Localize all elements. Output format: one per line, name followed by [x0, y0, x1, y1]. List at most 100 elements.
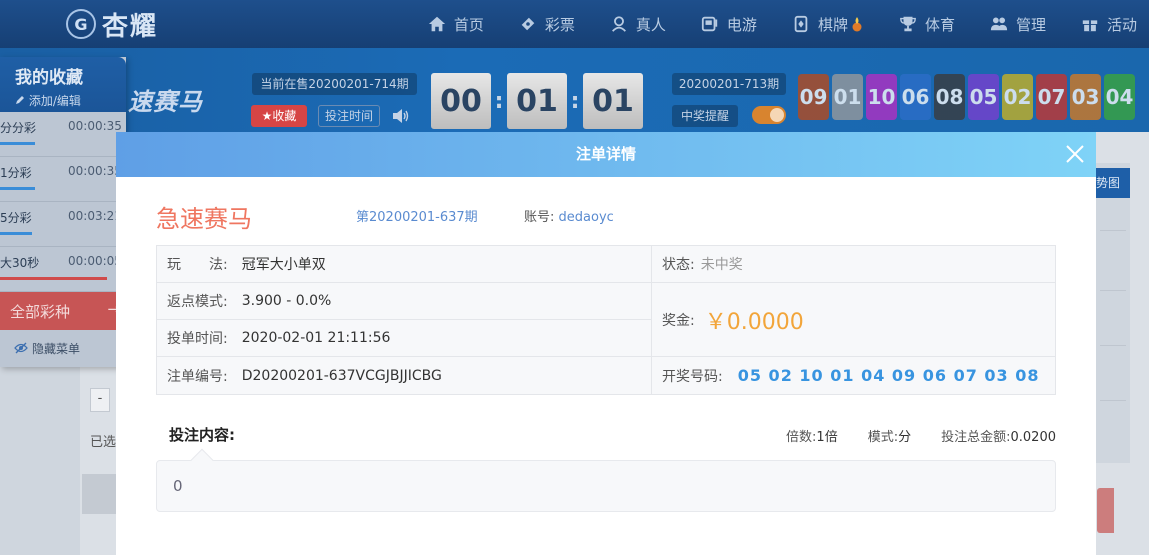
- result-balls: 09 01 10 06 08 05 02 07 03 04: [798, 74, 1138, 120]
- gift-icon: [1082, 20, 1098, 32]
- home-icon: [428, 16, 445, 32]
- result-ball: 10: [866, 74, 897, 120]
- mode-value: 分: [898, 430, 912, 445]
- nav-item-events[interactable]: 活动: [1081, 14, 1137, 35]
- favorite-item[interactable]: 1分彩 00:00:35: [0, 157, 126, 202]
- nav-item-lottery[interactable]: 彩票: [519, 14, 575, 35]
- result-ball: 07: [1036, 74, 1067, 120]
- bet-time-value: 2020-02-01 21:11:56: [241, 330, 391, 346]
- favorite-item[interactable]: 5分彩 00:03:21: [0, 202, 126, 247]
- favorite-progress-bar: [0, 187, 35, 190]
- countdown-separator: :: [494, 88, 504, 114]
- divider: [1100, 230, 1126, 231]
- favorite-progress-bar: [0, 232, 32, 235]
- add-edit-label: 添加/编辑: [28, 94, 81, 108]
- pencil-icon: [16, 96, 24, 104]
- order-value: D20200201-637VCGJBJJICBG: [241, 367, 442, 384]
- background-submit-button[interactable]: [1097, 488, 1114, 533]
- nav-item-home[interactable]: 首页: [428, 14, 484, 35]
- nav-label: 电游: [726, 15, 757, 34]
- slot-machine-icon: [701, 16, 718, 32]
- nav-label: 管理: [1015, 15, 1046, 34]
- total-label: 投注总金额:: [941, 430, 1011, 445]
- speaker-icon[interactable]: [392, 108, 410, 124]
- last-issue: 20200201-713期: [672, 73, 786, 95]
- favorite-item[interactable]: 大30秒 00:00:05: [0, 247, 126, 292]
- top-nav-bar: G 杏耀 首页 彩票 真人 电游 棋牌 体育 管理 活动: [0, 0, 1149, 48]
- nav-label: 棋牌: [817, 15, 848, 34]
- win-remind-label: 中奖提醒: [672, 105, 738, 127]
- countdown-seconds: 01: [583, 73, 643, 129]
- favorite-progress-bar: [0, 277, 107, 280]
- play-label: 玩 法:: [167, 257, 228, 273]
- bet-content-value: 0: [173, 477, 183, 495]
- win-numbers-label: 开奖号码:: [662, 368, 723, 385]
- favorite-countdown: 00:00:35: [68, 119, 122, 133]
- multiple-value: 1倍: [816, 430, 838, 445]
- result-ball: 09: [798, 74, 829, 120]
- game-name: 急速赛马: [156, 205, 252, 233]
- bet-content-box: 0: [156, 460, 1056, 512]
- divider: [1100, 345, 1126, 346]
- favorite-countdown: 00:00:05: [68, 254, 122, 268]
- countdown-timer: 00 : 01 : 01: [431, 73, 643, 129]
- minus-button[interactable]: -: [90, 388, 110, 412]
- nav-label: 彩票: [544, 15, 575, 34]
- column-divider: [651, 246, 652, 394]
- logo-badge: G: [66, 9, 96, 39]
- logo-text: 杏耀: [102, 11, 159, 42]
- brand-logo[interactable]: G 杏耀: [66, 6, 158, 42]
- favorite-name: 分分彩: [0, 121, 37, 135]
- nav-item-cards[interactable]: 棋牌: [792, 14, 864, 35]
- hot-badge-icon: [852, 17, 862, 32]
- close-icon[interactable]: [1064, 143, 1086, 165]
- win-numbers-row: 开奖号码: 05 02 10 01 04 09 06 07 03 08: [652, 357, 1055, 394]
- nav-label: 真人: [635, 15, 666, 34]
- win-remind-toggle[interactable]: [752, 106, 786, 124]
- prize-row: 奖金: ￥0.0000: [652, 283, 1055, 357]
- modal-header: 注单详情: [116, 132, 1096, 177]
- favorites-list: 分分彩 00:00:35 1分彩 00:00:35 5分彩 00:03:21 大30秒 00:…: [0, 112, 126, 292]
- divider: [1100, 400, 1126, 401]
- countdown-minutes: 01: [507, 73, 567, 129]
- favorite-item[interactable]: 分分彩 00:00:35: [0, 112, 126, 157]
- account-info: 账号: dedaoyc: [524, 206, 614, 225]
- background-side-panel: [1096, 163, 1130, 463]
- mode-label: 模式:: [867, 430, 899, 445]
- favorite-countdown: 00:00:35: [68, 164, 122, 178]
- multiple-info: 倍数:1倍: [786, 426, 838, 445]
- bet-content-title: 投注内容:: [169, 426, 235, 444]
- users-icon: [990, 17, 1008, 31]
- all-lotteries-button[interactable]: 全部彩种 →: [0, 292, 126, 330]
- play-value: 冠军大小单双: [241, 257, 326, 273]
- prize-label: 奖金:: [662, 312, 695, 329]
- result-ball: 08: [934, 74, 965, 120]
- hide-menu-button[interactable]: 隐藏菜单: [0, 330, 126, 365]
- favorite-button[interactable]: ★收藏: [251, 105, 307, 127]
- nav-item-manage[interactable]: 管理: [990, 14, 1046, 35]
- hide-menu-label: 隐藏菜单: [32, 342, 81, 356]
- countdown-hours: 00: [431, 73, 491, 129]
- favorite-name: 大30秒: [0, 256, 40, 270]
- win-numbers-value: 05 02 10 01 04 09 06 07 03 08: [737, 366, 1040, 385]
- account-value: dedaoyc: [558, 210, 614, 225]
- game-logo: 速赛马: [128, 88, 203, 116]
- result-ball: 04: [1104, 74, 1135, 120]
- favorite-progress-bar: [0, 142, 35, 145]
- result-ball: 05: [968, 74, 999, 120]
- favorite-name: 1分彩: [0, 166, 32, 180]
- favorites-title: 我的收藏: [15, 68, 83, 88]
- bet-info-table: 玩 法: 冠军大小单双 返点模式: 3.900 - 0.0% 投单时间: 202…: [156, 245, 1056, 395]
- background-bar: [82, 474, 118, 514]
- add-edit-link[interactable]: 添加/编辑: [15, 92, 126, 109]
- favorite-name: 5分彩: [0, 211, 32, 225]
- nav-item-slots[interactable]: 电游: [701, 14, 757, 35]
- current-issue: 当前在售20200201-714期: [252, 73, 417, 95]
- status-row: 状态: 未中奖: [652, 246, 1055, 283]
- trend-tab[interactable]: 势图: [1096, 168, 1130, 198]
- bet-time-button[interactable]: 投注时间: [318, 105, 380, 127]
- nav-item-live[interactable]: 真人: [610, 14, 666, 35]
- nav-label: 活动: [1106, 15, 1137, 34]
- bet-time-label: 投单时间:: [167, 331, 228, 347]
- nav-item-sports[interactable]: 体育: [899, 14, 955, 35]
